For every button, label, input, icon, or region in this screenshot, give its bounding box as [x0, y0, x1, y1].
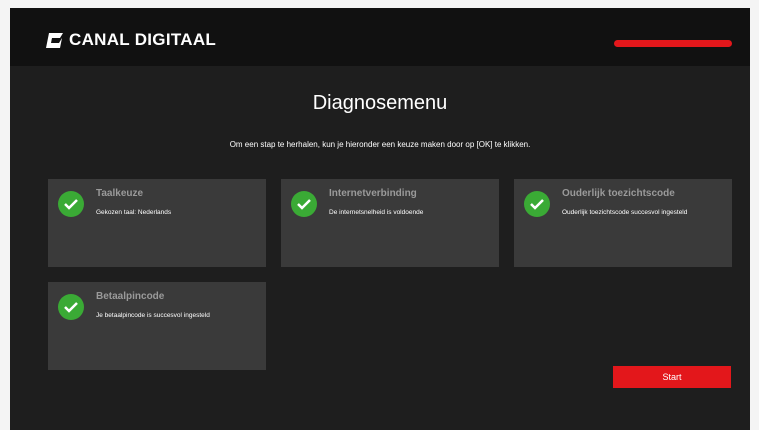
header-accent-bar: [614, 40, 732, 47]
tile-title: Ouderlijk toezichtscode: [562, 188, 675, 199]
tile-description: Ouderlijk toezichtscode succesvol ingest…: [562, 209, 688, 216]
tile-ouderlijk-toezichtscode[interactable]: Ouderlijk toezichtscode Ouderlijk toezic…: [514, 179, 732, 267]
tile-title: Betaalpincode: [96, 291, 165, 302]
brand-logo: CANAL DIGITAAL: [46, 30, 216, 50]
checkmark-icon: [58, 294, 84, 320]
tile-description: Je betaalpincode is succesvol ingesteld: [96, 312, 210, 319]
tile-internetverbinding[interactable]: Internetverbinding De internetsnelheid i…: [281, 179, 499, 267]
checkmark-icon: [291, 191, 317, 217]
tile-title: Taalkeuze: [96, 188, 144, 199]
instruction-text: Om een stap te herhalen, kun je hieronde…: [229, 140, 531, 149]
canal-digitaal-logo-icon: [46, 32, 63, 48]
tile-description: De internetsnelheid is voldoende: [329, 209, 424, 216]
tile-betaalpincode[interactable]: Betaalpincode Je betaalpincode is succes…: [48, 282, 266, 370]
tile-taalkeuze[interactable]: Taalkeuze Gekozen taal: Nederlands: [48, 179, 266, 267]
tv-screen: CANAL DIGITAAL Diagnosemenu Om een stap …: [10, 8, 750, 430]
tile-title: Internetverbinding: [329, 188, 417, 199]
start-button[interactable]: Start: [613, 366, 731, 388]
checkmark-icon: [524, 191, 550, 217]
page-title: Diagnosemenu: [312, 92, 448, 114]
brand-name: CANAL DIGITAAL: [69, 30, 217, 49]
tile-description: Gekozen taal: Nederlands: [96, 209, 172, 216]
checkmark-icon: [58, 191, 84, 217]
top-bar: CANAL DIGITAAL: [10, 8, 750, 66]
